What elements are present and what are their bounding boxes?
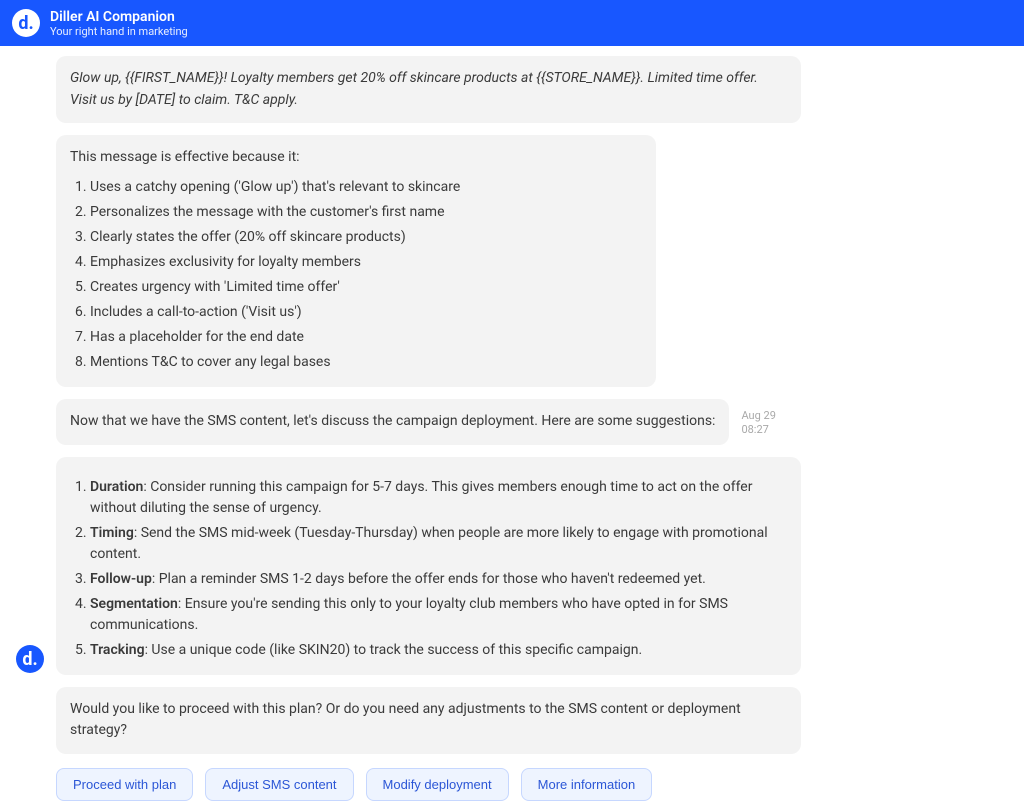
header-text: Diller AI Companion Your right hand in m… bbox=[50, 9, 188, 38]
list-item: Uses a catchy opening ('Glow up') that's… bbox=[90, 175, 642, 200]
list-item: Segmentation: Ensure you're sending this… bbox=[90, 592, 787, 638]
list-item: Clearly states the offer (20% off skinca… bbox=[90, 225, 642, 250]
list-item: Mentions T&C to cover any legal bases bbox=[90, 350, 642, 375]
deployment-intro-row: Now that we have the SMS content, let's … bbox=[56, 399, 980, 445]
suggestion-label: Timing bbox=[90, 525, 134, 541]
list-item: Tracking: Use a unique code (like SKIN20… bbox=[90, 638, 787, 663]
suggestion-label: Tracking bbox=[90, 642, 145, 658]
more-info-button[interactable]: More information bbox=[521, 768, 653, 801]
deployment-intro-bubble: Now that we have the SMS content, let's … bbox=[56, 399, 729, 445]
list-item: Has a placeholder for the end date bbox=[90, 325, 642, 350]
list-item: Timing: Send the SMS mid-week (Tuesday-T… bbox=[90, 521, 787, 567]
suggestion-text: : Ensure you're sending this only to you… bbox=[90, 596, 728, 633]
chat-content: Glow up, {{FIRST_NAME}}! Loyalty members… bbox=[0, 46, 1024, 801]
suggestion-label: Segmentation bbox=[90, 596, 178, 612]
list-item: Includes a call-to-action ('Visit us') bbox=[90, 300, 642, 325]
suggestion-label: Duration bbox=[90, 479, 143, 495]
suggestion-text: : Send the SMS mid-week (Tuesday-Thursda… bbox=[90, 525, 768, 562]
message-timestamp: Aug 29 08:27 bbox=[741, 399, 775, 438]
suggestion-label: Follow-up bbox=[90, 571, 152, 587]
suggestion-text: : Plan a reminder SMS 1-2 days before th… bbox=[152, 571, 706, 587]
brand-logo-icon: d. bbox=[12, 9, 40, 37]
app-title: Diller AI Companion bbox=[50, 9, 188, 25]
proceed-button[interactable]: Proceed with plan bbox=[56, 768, 193, 801]
effectiveness-bubble: This message is effective because it: Us… bbox=[56, 135, 656, 387]
timestamp-date: Aug 29 bbox=[741, 409, 775, 423]
list-item: Follow-up: Plan a reminder SMS 1-2 days … bbox=[90, 567, 787, 592]
list-item: Personalizes the message with the custom… bbox=[90, 200, 642, 225]
suggestions-list: Duration: Consider running this campaign… bbox=[70, 475, 787, 663]
effectiveness-list: Uses a catchy opening ('Glow up') that's… bbox=[70, 175, 642, 375]
quick-actions: Proceed with plan Adjust SMS content Mod… bbox=[56, 768, 980, 801]
app-subtitle: Your right hand in marketing bbox=[50, 25, 188, 38]
sms-preview-bubble: Glow up, {{FIRST_NAME}}! Loyalty members… bbox=[56, 56, 801, 123]
list-item: Duration: Consider running this campaign… bbox=[90, 475, 787, 521]
app-header: d. Diller AI Companion Your right hand i… bbox=[0, 0, 1024, 46]
list-item: Emphasizes exclusivity for loyalty membe… bbox=[90, 250, 642, 275]
modify-deployment-button[interactable]: Modify deployment bbox=[366, 768, 509, 801]
suggestion-text: : Consider running this campaign for 5-7… bbox=[90, 479, 752, 516]
suggestions-bubble: Duration: Consider running this campaign… bbox=[56, 457, 801, 675]
assistant-avatar-icon: d. bbox=[16, 645, 44, 673]
followup-bubble: Would you like to proceed with this plan… bbox=[56, 687, 801, 754]
list-item: Creates urgency with 'Limited time offer… bbox=[90, 275, 642, 300]
timestamp-time: 08:27 bbox=[741, 423, 775, 437]
effectiveness-intro: This message is effective because it: bbox=[70, 147, 642, 169]
adjust-sms-button[interactable]: Adjust SMS content bbox=[205, 768, 353, 801]
suggestion-text: : Use a unique code (like SKIN20) to tra… bbox=[145, 642, 643, 658]
